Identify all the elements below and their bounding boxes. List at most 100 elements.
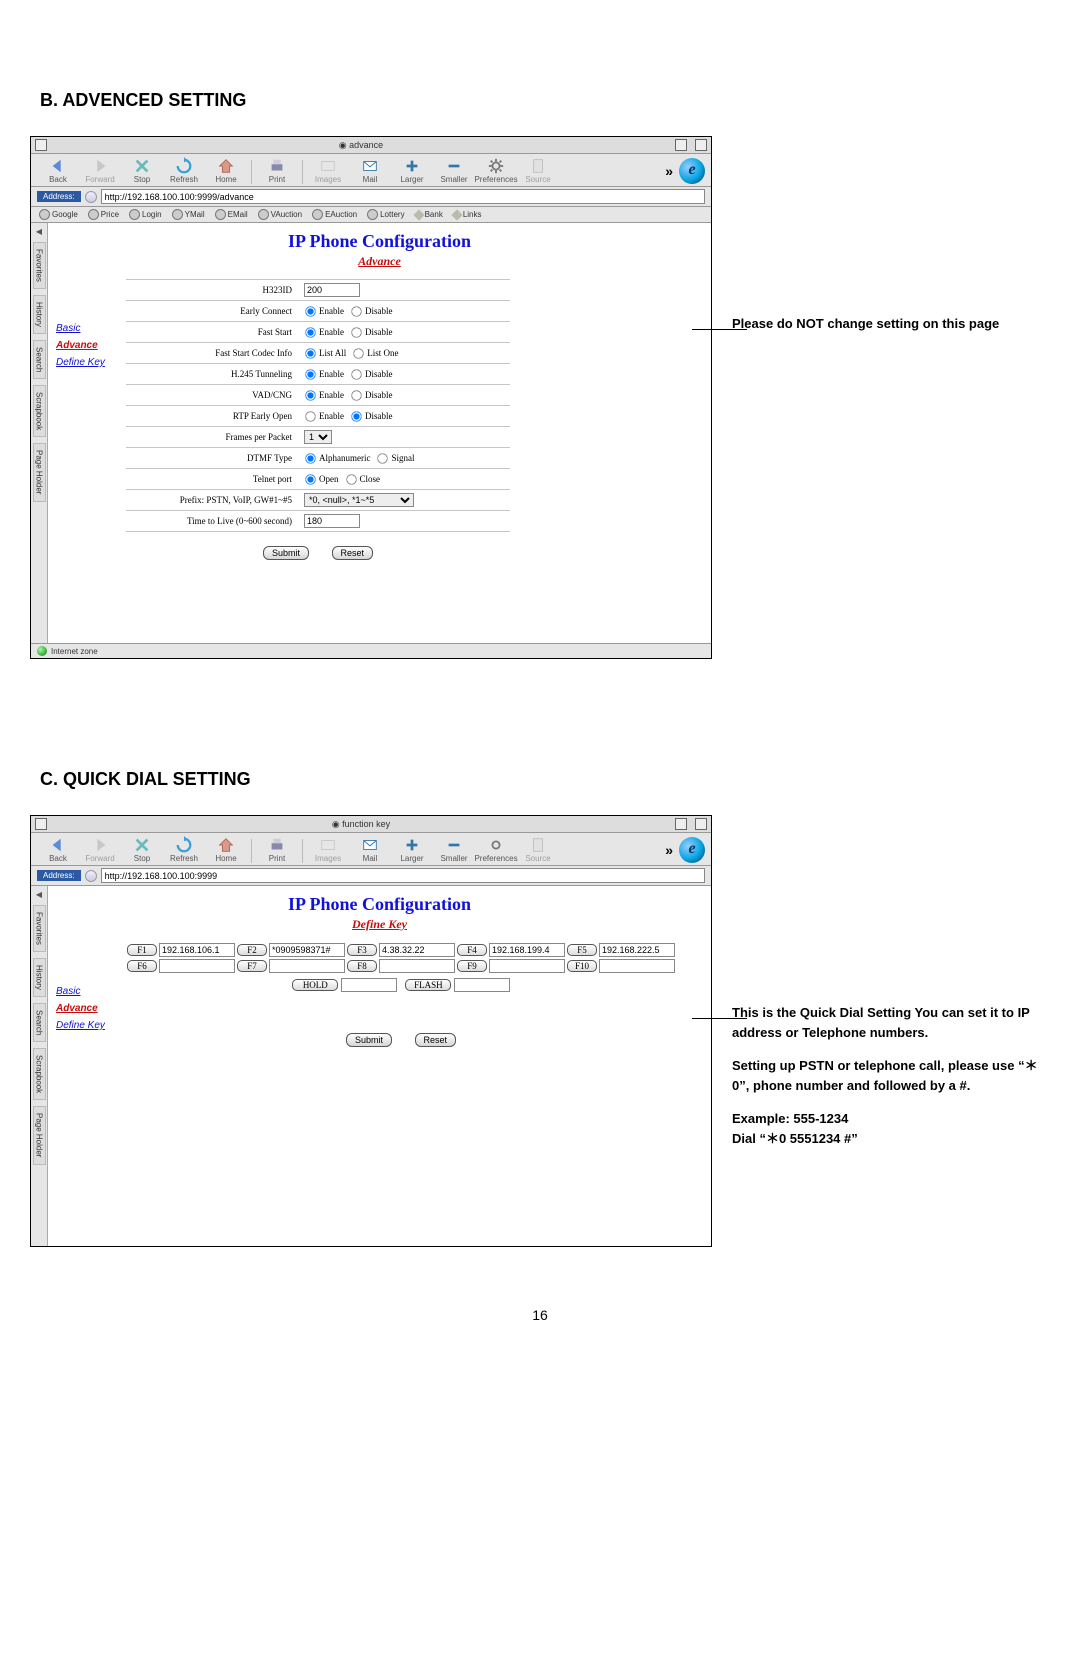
side-tab-favorites[interactable]: Favorites bbox=[33, 905, 46, 952]
f4-input[interactable] bbox=[489, 943, 565, 957]
f7-input[interactable] bbox=[269, 959, 345, 973]
smaller-button[interactable]: Smaller bbox=[433, 157, 475, 184]
forward-button[interactable]: Forward bbox=[79, 836, 121, 863]
fast-disable-radio[interactable] bbox=[351, 327, 361, 337]
f10-input[interactable] bbox=[599, 959, 675, 973]
collapse-icon[interactable]: ◀ bbox=[36, 890, 42, 899]
window-zoom-icon[interactable] bbox=[695, 818, 707, 830]
images-button[interactable]: Images bbox=[307, 836, 349, 863]
early-enable-radio[interactable] bbox=[305, 306, 315, 316]
mail-button[interactable]: Mail bbox=[349, 836, 391, 863]
favorite-link[interactable]: Login bbox=[129, 209, 162, 220]
back-button[interactable]: Back bbox=[37, 836, 79, 863]
f8-button[interactable]: F8 bbox=[347, 960, 377, 972]
images-button[interactable]: Images bbox=[307, 157, 349, 184]
forward-button[interactable]: Forward bbox=[79, 157, 121, 184]
window-menu-icon[interactable] bbox=[35, 139, 47, 151]
side-tab-pageholder[interactable]: Page Holder bbox=[33, 1106, 46, 1164]
codec-listall-radio[interactable] bbox=[305, 348, 315, 358]
larger-button[interactable]: Larger bbox=[391, 157, 433, 184]
flash-button[interactable]: FLASH bbox=[405, 979, 451, 991]
side-tab-search[interactable]: Search bbox=[33, 1003, 46, 1042]
side-tab-scrapbook[interactable]: Scrapbook bbox=[33, 1048, 46, 1100]
vad-disable-radio[interactable] bbox=[351, 390, 361, 400]
reset-button[interactable]: Reset bbox=[415, 1033, 457, 1047]
nav-basic[interactable]: Basic bbox=[56, 986, 126, 997]
side-tab-history[interactable]: History bbox=[33, 295, 46, 334]
back-button[interactable]: Back bbox=[37, 157, 79, 184]
early-disable-radio[interactable] bbox=[351, 306, 361, 316]
ttl-input[interactable] bbox=[304, 514, 360, 528]
toolbar-overflow[interactable]: » bbox=[665, 163, 673, 179]
f3-button[interactable]: F3 bbox=[347, 944, 377, 956]
dtmf-signal-radio[interactable] bbox=[378, 453, 388, 463]
favorite-link[interactable]: Price bbox=[88, 209, 119, 220]
refresh-button[interactable]: Refresh bbox=[163, 836, 205, 863]
vad-enable-radio[interactable] bbox=[305, 390, 315, 400]
print-button[interactable]: Print bbox=[256, 836, 298, 863]
favorite-link[interactable]: Bank bbox=[415, 210, 443, 219]
rtp-enable-radio[interactable] bbox=[305, 411, 315, 421]
f1-input[interactable] bbox=[159, 943, 235, 957]
favorite-link[interactable]: VAuction bbox=[258, 209, 302, 220]
h245-disable-radio[interactable] bbox=[351, 369, 361, 379]
favorite-link[interactable]: Links bbox=[453, 210, 482, 219]
f2-input[interactable] bbox=[269, 943, 345, 957]
hold-input[interactable] bbox=[341, 978, 397, 992]
f7-button[interactable]: F7 bbox=[237, 960, 267, 972]
nav-advance[interactable]: Advance bbox=[56, 340, 126, 351]
larger-button[interactable]: Larger bbox=[391, 836, 433, 863]
f8-input[interactable] bbox=[379, 959, 455, 973]
f6-button[interactable]: F6 bbox=[127, 960, 157, 972]
side-tab-pageholder[interactable]: Page Holder bbox=[33, 443, 46, 501]
f9-input[interactable] bbox=[489, 959, 565, 973]
f5-input[interactable] bbox=[599, 943, 675, 957]
home-button[interactable]: Home bbox=[205, 157, 247, 184]
dtmf-alpha-radio[interactable] bbox=[305, 453, 315, 463]
favorite-link[interactable]: Lottery bbox=[367, 209, 404, 220]
url-input[interactable] bbox=[101, 189, 705, 204]
window-menu-icon[interactable] bbox=[35, 818, 47, 830]
prefix-select[interactable]: *0, <null>, *1~*5 bbox=[304, 493, 414, 507]
source-button[interactable]: Source bbox=[517, 836, 559, 863]
reset-button[interactable]: Reset bbox=[332, 546, 374, 560]
collapse-icon[interactable]: ◀ bbox=[36, 227, 42, 236]
submit-button[interactable]: Submit bbox=[346, 1033, 392, 1047]
url-input[interactable] bbox=[101, 868, 705, 883]
source-button[interactable]: Source bbox=[517, 157, 559, 184]
f1-button[interactable]: F1 bbox=[127, 944, 157, 956]
f3-input[interactable] bbox=[379, 943, 455, 957]
side-tab-scrapbook[interactable]: Scrapbook bbox=[33, 385, 46, 437]
window-minimize-icon[interactable] bbox=[675, 818, 687, 830]
f4-button[interactable]: F4 bbox=[457, 944, 487, 956]
side-tab-search[interactable]: Search bbox=[33, 340, 46, 379]
h323id-input[interactable] bbox=[304, 283, 360, 297]
hold-button[interactable]: HOLD bbox=[292, 979, 338, 991]
fast-enable-radio[interactable] bbox=[305, 327, 315, 337]
fpp-select[interactable]: 1 bbox=[304, 430, 332, 444]
smaller-button[interactable]: Smaller bbox=[433, 836, 475, 863]
favorite-link[interactable]: EAuction bbox=[312, 209, 357, 220]
telnet-close-radio[interactable] bbox=[346, 474, 356, 484]
submit-button[interactable]: Submit bbox=[263, 546, 309, 560]
preferences-button[interactable]: Preferences bbox=[475, 157, 517, 184]
f2-button[interactable]: F2 bbox=[237, 944, 267, 956]
nav-definekey[interactable]: Define Key bbox=[56, 357, 126, 368]
f9-button[interactable]: F9 bbox=[457, 960, 487, 972]
nav-advance[interactable]: Advance bbox=[56, 1003, 126, 1014]
codec-listone-radio[interactable] bbox=[354, 348, 364, 358]
side-tab-history[interactable]: History bbox=[33, 958, 46, 997]
window-minimize-icon[interactable] bbox=[675, 139, 687, 151]
h245-enable-radio[interactable] bbox=[305, 369, 315, 379]
preferences-button[interactable]: Preferences bbox=[475, 836, 517, 863]
stop-button[interactable]: Stop bbox=[121, 157, 163, 184]
side-tab-favorites[interactable]: Favorites bbox=[33, 242, 46, 289]
favorite-link[interactable]: EMail bbox=[215, 209, 248, 220]
f5-button[interactable]: F5 bbox=[567, 944, 597, 956]
toolbar-overflow[interactable]: » bbox=[665, 842, 673, 858]
mail-button[interactable]: Mail bbox=[349, 157, 391, 184]
window-zoom-icon[interactable] bbox=[695, 139, 707, 151]
favorite-link[interactable]: Google bbox=[39, 209, 78, 220]
f10-button[interactable]: F10 bbox=[567, 960, 597, 972]
stop-button[interactable]: Stop bbox=[121, 836, 163, 863]
